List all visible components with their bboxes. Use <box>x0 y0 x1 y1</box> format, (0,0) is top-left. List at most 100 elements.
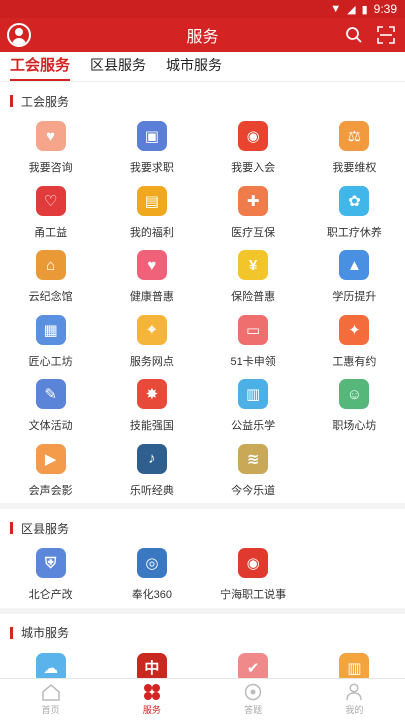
bottom-navigation: 首页 服务 答题 我的 <box>0 678 405 720</box>
service-item[interactable]: ✿ 职工疗休养 <box>304 181 405 246</box>
service-item-label: 51卡申领 <box>230 355 276 368</box>
status-bar: ▼ ◢ ▮ 9:39 <box>0 0 405 18</box>
service-item[interactable]: ✸ 技能强国 <box>101 374 202 439</box>
service-item[interactable]: ▲ 学历提升 <box>304 245 405 310</box>
service-item[interactable]: ⌖ 服务网点 <box>101 310 202 375</box>
nav-quiz[interactable]: 答题 <box>203 679 304 720</box>
service-item[interactable]: ✚ 医疗互保 <box>203 181 304 246</box>
signal-icon: ◢ <box>347 3 356 16</box>
service-item[interactable]: ▥宁波房产 <box>304 648 405 678</box>
avatar-icon[interactable] <box>7 23 31 47</box>
battery-icon: ▮ <box>361 3 368 16</box>
search-icon[interactable] <box>345 26 363 44</box>
service-content[interactable]: 工会服务 ♥ 我要咨询 ▣ 我要求职 ◉ 我要入会 ⚖ 我要维权 ♡ 甬工益 ▤ 我的福利 ✚ 医疗互保 ✿ 职… <box>0 82 405 678</box>
nav-profile[interactable]: 我的 <box>304 679 405 720</box>
service-item[interactable]: ☁宁波天气 <box>0 648 101 678</box>
nav-quiz-label: 答题 <box>244 705 263 715</box>
redlist-icon: ✔ <box>238 652 269 678</box>
section-title: 城市服务 <box>21 626 70 640</box>
palm-tree-icon: ✿ <box>339 185 370 216</box>
service-item[interactable]: ▣ 我要求职 <box>101 116 202 181</box>
service-item[interactable]: ▤ 我的福利 <box>101 181 202 246</box>
service-item[interactable]: ♡ 甬工益 <box>0 181 101 246</box>
service-item[interactable]: ♥ 健康普惠 <box>101 245 202 310</box>
service-item-label: 匠心工坊 <box>28 355 73 368</box>
graduation-cap-icon: ▲ <box>339 250 370 281</box>
map-pin-icon: ⌖ <box>136 314 167 345</box>
audio-logo-icon: ♪ <box>136 443 167 474</box>
service-item[interactable]: 中外币预约 <box>101 648 202 678</box>
service-item[interactable]: ⛨ 北仑产改 <box>0 543 101 608</box>
nav-home[interactable]: 首页 <box>0 679 101 720</box>
service-item[interactable]: ⌂ 云纪念馆 <box>0 245 101 310</box>
service-item-label: 保险普惠 <box>231 291 276 304</box>
tab-city-services[interactable]: 城市服务 <box>166 55 222 81</box>
service-item[interactable]: ♥ 我要咨询 <box>0 116 101 181</box>
scan-icon[interactable] <box>377 26 395 44</box>
section-marker <box>10 95 13 107</box>
service-item-label: 文体活动 <box>28 420 73 433</box>
service-item-label: 甬工益 <box>34 226 68 239</box>
tab-bar: 工会服务 区县服务 城市服务 <box>0 52 405 82</box>
top-app-bar: 服务 <box>0 18 405 52</box>
medical-kit-icon: ✚ <box>238 185 269 216</box>
service-item[interactable]: ✎ 文体活动 <box>0 374 101 439</box>
mind-icon: ☺ <box>339 379 370 410</box>
service-item[interactable]: ¥ 保险普惠 <box>203 245 304 310</box>
heart-logo-icon: ♡ <box>35 185 66 216</box>
heart-hand-icon: ♥ <box>35 121 66 152</box>
gift-box-icon: ✦ <box>339 314 370 345</box>
weather-icon: ☁ <box>35 652 66 678</box>
status-time: 9:39 <box>373 2 397 16</box>
service-item[interactable]: ◉ 我要入会 <box>203 116 304 181</box>
service-item-label: 云纪念馆 <box>28 291 73 304</box>
gift-card-icon: ▤ <box>136 185 167 216</box>
union-circle-icon: ◉ <box>238 548 269 579</box>
service-item[interactable]: ✔守信红名单 <box>203 648 304 678</box>
section-header: 区县服务 <box>0 513 405 543</box>
service-item-label: 我的福利 <box>129 226 174 239</box>
service-item-label: 公益乐学 <box>231 420 276 433</box>
service-item[interactable]: ▥ 公益乐学 <box>203 374 304 439</box>
heartbeat-icon: ♥ <box>136 250 167 281</box>
profile-icon <box>346 683 363 701</box>
stack-logo-icon: ≋ <box>238 443 269 474</box>
service-item[interactable]: ☺ 职场心坊 <box>304 374 405 439</box>
service-item[interactable]: ✦ 工惠有约 <box>304 310 405 375</box>
tab-union-services[interactable]: 工会服务 <box>10 54 71 81</box>
section-title: 区县服务 <box>21 521 70 536</box>
quiz-icon <box>244 683 262 701</box>
tab-district-services[interactable]: 区县服务 <box>90 55 146 81</box>
nav-service[interactable]: 服务 <box>101 679 202 720</box>
service-item-label: 会声会影 <box>28 484 73 497</box>
service-item[interactable]: ▶ 会声会影 <box>0 439 101 504</box>
nav-service-label: 服务 <box>142 705 161 715</box>
nav-profile-label: 我的 <box>345 705 364 715</box>
service-item[interactable]: ≋ 今今乐道 <box>203 439 304 504</box>
service-item[interactable]: ▭ 51卡申领 <box>203 310 304 375</box>
service-item-label: 我要维权 <box>332 162 377 175</box>
scales-icon: ⚖ <box>339 121 370 152</box>
service-item[interactable]: ♪ 乐听经典 <box>101 439 202 504</box>
building-icon: ▥ <box>339 652 370 678</box>
service-item[interactable]: ▦ 匠心工坊 <box>0 310 101 375</box>
service-item-label: 北仑产改 <box>28 589 73 602</box>
nav-home-label: 首页 <box>41 705 60 715</box>
service-item-label: 服务网点 <box>129 355 174 368</box>
service-item-label: 我要求职 <box>129 162 174 175</box>
section-divider <box>0 607 405 614</box>
service-grid-icon <box>143 684 160 700</box>
service-item[interactable]: ◎ 奉化360 <box>101 543 202 608</box>
bank-icon: 中 <box>136 652 167 678</box>
service-item-label: 职工疗休养 <box>326 226 382 239</box>
service-item-label: 宁海职工说事 <box>220 589 287 602</box>
teacher-board-icon: ▦ <box>35 314 66 345</box>
service-item-label: 奉化360 <box>131 589 173 602</box>
page-title: 服务 <box>186 29 219 46</box>
service-item[interactable]: ◉ 宁海职工说事 <box>203 543 304 608</box>
section-title: 工会服务 <box>21 94 70 109</box>
service-item-label: 职场心坊 <box>332 420 377 433</box>
wifi-icon: ▼ <box>330 3 342 15</box>
service-item[interactable]: ⚖ 我要维权 <box>304 116 405 181</box>
briefcase-icon: ▣ <box>136 121 167 152</box>
